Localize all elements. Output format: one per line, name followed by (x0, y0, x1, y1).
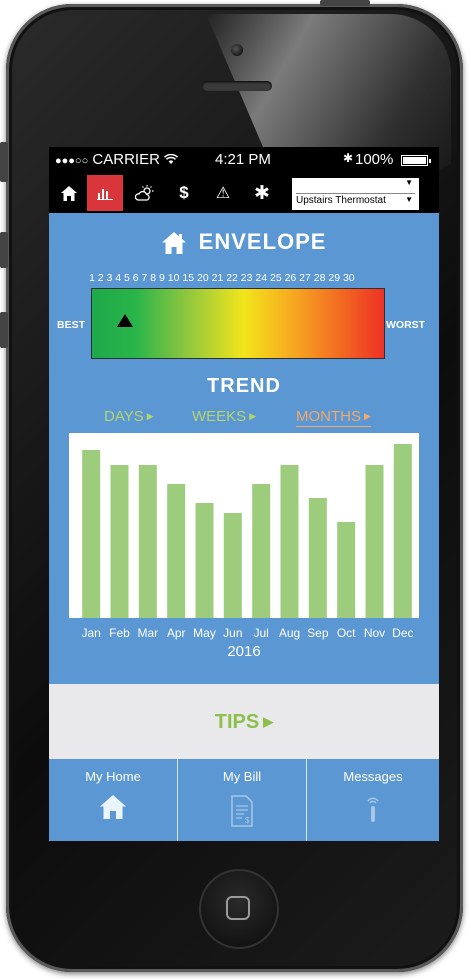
battery-icon (401, 155, 431, 166)
trend-chart-svg (82, 444, 412, 618)
volume-up-button (0, 232, 8, 268)
house-icon (161, 232, 186, 255)
wifi-icon (164, 153, 179, 164)
app-screen: ●●●○○ CARRIER 4:21 PM ✱ 100% $ ⚠ ✱ ▼ Ups… (49, 147, 439, 841)
x-tick-mar: Mar (137, 626, 159, 640)
home-tab-button[interactable] (51, 175, 87, 211)
chevron-down-icon: ▼ (405, 195, 413, 204)
bar-jun (223, 513, 242, 618)
weather-tab-button[interactable] (127, 175, 163, 211)
earpiece-speaker (202, 81, 272, 91)
weather-icon (135, 185, 154, 201)
chevron-right-icon: ▶ (249, 411, 257, 421)
tab-months-label: MONTHS (296, 408, 361, 425)
tab-days-label: DAYS (104, 408, 144, 425)
x-tick-jan: Jan (81, 626, 101, 640)
x-tick-oct: Oct (336, 626, 356, 640)
bar-sep (308, 498, 327, 618)
tips-panel[interactable]: TIPS ▶ (49, 684, 439, 759)
nav-messages[interactable]: Messages (307, 759, 439, 841)
bluetooth-icon: ✱ (343, 151, 354, 165)
nav-my-bill-label: My Bill (222, 769, 262, 784)
chart-x-axis-labels: Jan Feb Mar Apr May Jun Jul Aug Sep Oct Nov Dec (49, 626, 439, 642)
chevron-right-icon: ▶ (263, 714, 274, 729)
bar-dec (393, 444, 412, 618)
bar-aug (280, 465, 299, 618)
bar-feb (110, 465, 129, 618)
carrier-label: ●●●○○ CARRIER (55, 151, 179, 168)
tips-button[interactable]: TIPS ▶ (49, 711, 439, 734)
bill-icon: $ (231, 795, 253, 827)
x-tick-dec: Dec (392, 626, 414, 640)
envelope-heading: ENVELOPE (49, 229, 439, 255)
nav-my-home-label: My Home (85, 769, 141, 784)
home-button[interactable] (199, 869, 279, 949)
home-icon (100, 795, 126, 819)
x-tick-sep: Sep (307, 626, 329, 640)
envelope-scale-numbers: 1 2 3 4 5 6 7 8 9 10 15 20 21 22 23 24 2… (89, 272, 355, 284)
envelope-title: ENVELOPE (198, 229, 327, 254)
alerts-tab-button[interactable]: ⚠ (205, 175, 241, 211)
thermostat-select[interactable]: ▼ Upstairs Thermostat ▼ (292, 178, 419, 210)
chart-year-label: 2016 (227, 643, 261, 660)
envelope-rating-bar (91, 288, 385, 359)
nav-my-home[interactable]: My Home (49, 759, 178, 841)
tab-weeks[interactable]: WEEKS ▶ (192, 408, 256, 425)
warning-icon: ⚠ (215, 185, 231, 202)
gear-icon: ✱ (254, 182, 270, 204)
trend-chart (69, 433, 419, 618)
thermostat-select-blank (296, 179, 415, 194)
messages-icon (367, 797, 379, 822)
tab-weeks-label: WEEKS (192, 408, 247, 425)
chevron-right-icon: ▶ (364, 411, 371, 421)
bar-apr (167, 484, 186, 618)
x-tick-jul: Jul (253, 626, 269, 640)
chevron-down-icon: ▼ (405, 178, 413, 187)
x-tick-jun: Jun (223, 626, 243, 640)
worst-label: WORST (386, 319, 426, 331)
thermostat-selected-value: Upstairs Thermostat (296, 195, 386, 206)
front-camera (231, 44, 243, 56)
signal-strength: ●●●○○ (55, 155, 89, 167)
nav-my-bill[interactable]: My Bill $ (178, 759, 307, 841)
svg-text:$: $ (245, 816, 250, 825)
tips-label: TIPS (214, 711, 260, 733)
bar-jan (82, 450, 101, 618)
chevron-right-icon: ▶ (146, 411, 154, 421)
dollar-icon: $ (179, 183, 189, 202)
home-icon (61, 185, 77, 201)
cost-tab-button[interactable]: $ (166, 175, 202, 211)
carrier-name: CARRIER (92, 151, 160, 168)
tab-months[interactable]: MONTHS ▶ (296, 408, 371, 427)
envelope-rating-marker (117, 314, 133, 327)
volume-down-button (0, 312, 8, 348)
bar-nov (365, 465, 384, 618)
nav-messages-label: Messages (343, 769, 403, 784)
x-tick-feb: Feb (109, 626, 130, 640)
bar-jul (252, 484, 271, 618)
x-tick-may: May (193, 626, 216, 640)
toolbar: $ ⚠ ✱ ▼ Upstairs Thermostat ▼ (49, 173, 439, 213)
x-tick-aug: Aug (278, 626, 301, 640)
best-label: BEST (57, 319, 86, 331)
clock: 4:21 PM (215, 151, 271, 168)
home-button-square (226, 896, 250, 920)
bar-may (195, 503, 214, 618)
x-tick-apr: Apr (166, 626, 186, 640)
bar-oct (337, 522, 356, 618)
chart-tab-button[interactable] (87, 175, 123, 211)
status-bar: ●●●○○ CARRIER 4:21 PM ✱ 100% (49, 147, 439, 173)
bottom-nav: My Home My Bill $ Messages (49, 759, 439, 841)
bar-mar (138, 465, 157, 618)
x-tick-nov: Nov (363, 626, 386, 640)
bar-chart-icon (97, 189, 113, 200)
mute-switch (0, 142, 8, 182)
power-button (320, 0, 370, 6)
settings-tab-button[interactable]: ✱ (244, 175, 280, 211)
tab-days[interactable]: DAYS ▶ (104, 408, 154, 425)
trend-title: TREND (207, 375, 281, 397)
battery-percent: 100% (355, 151, 394, 168)
